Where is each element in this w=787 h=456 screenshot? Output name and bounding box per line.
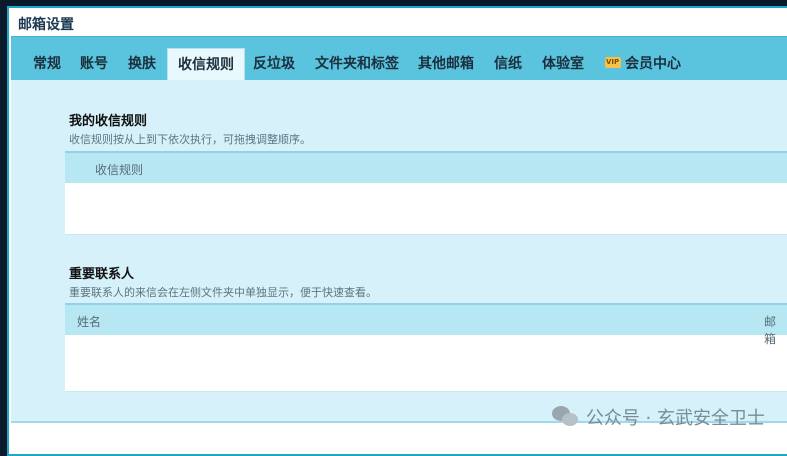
watermark: 公众号 · 玄武安全卫士 <box>551 404 765 430</box>
tab-skin[interactable]: 换肤 <box>128 48 156 81</box>
rules-table-divider <box>65 234 787 235</box>
tab-account[interactable]: 账号 <box>80 48 108 81</box>
tab-member-center[interactable]: 会员中心 <box>605 48 681 81</box>
tab-antispam[interactable]: 反垃圾 <box>253 48 295 81</box>
rules-table: 收信规则 <box>65 151 787 235</box>
contacts-table-header: 姓名 邮箱 <box>65 305 787 346</box>
contacts-section-description: 重要联系人的来信会在左侧文件夹中单独显示，便于快速查看。 <box>69 286 377 299</box>
tab-folders-labels[interactable]: 文件夹和标签 <box>315 48 399 81</box>
tab-general[interactable]: 常规 <box>33 48 61 81</box>
contacts-column-name: 姓名 <box>77 315 102 329</box>
contacts-section-title: 重要联系人 <box>69 267 135 282</box>
tab-member-center-label: 会员中心 <box>625 56 681 72</box>
rules-section-title: 我的收信规则 <box>69 114 148 129</box>
contacts-table: 姓名 邮箱 <box>65 303 787 392</box>
rules-table-header: 收信规则 <box>65 153 787 183</box>
vip-icon <box>605 56 621 68</box>
contacts-table-divider <box>65 391 787 392</box>
tab-stationery[interactable]: 信纸 <box>494 48 522 81</box>
rules-section-description: 收信规则按从上到下依次执行，可拖拽调整顺序。 <box>69 133 311 146</box>
tab-receive-rules[interactable]: 收信规则 <box>167 48 245 81</box>
tab-lab[interactable]: 体验室 <box>542 48 584 81</box>
contacts-column-email: 邮箱 <box>764 315 777 346</box>
window-title: 邮箱设置 <box>18 17 74 33</box>
wechat-icon <box>551 406 580 428</box>
watermark-text: 公众号 · 玄武安全卫士 <box>585 408 765 429</box>
tab-bar: 常规 账号 换肤 收信规则 反垃圾 文件夹和标签 其他邮箱 信纸 体验室 会员中… <box>11 36 787 81</box>
rules-column-header: 收信规则 <box>95 163 144 177</box>
tab-other-mailboxes[interactable]: 其他邮箱 <box>418 48 474 81</box>
